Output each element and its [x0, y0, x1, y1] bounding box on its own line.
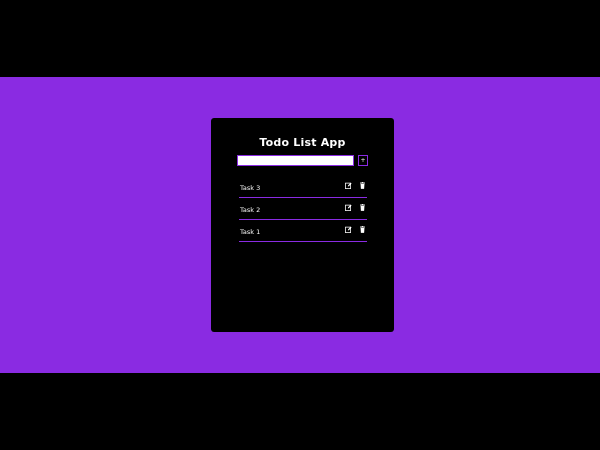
task-list: Task 3 Task 2 Task 1 — [239, 176, 367, 242]
edit-icon[interactable] — [344, 204, 352, 211]
task-item: Task 1 — [239, 220, 367, 242]
task-actions — [343, 226, 366, 234]
task-label: Task 1 — [240, 228, 261, 236]
app-title: Todo List App — [259, 136, 346, 149]
task-actions — [343, 204, 366, 212]
task-actions — [343, 182, 366, 190]
add-task-button[interactable]: + — [358, 155, 368, 166]
task-input-row: + — [237, 155, 368, 168]
todo-card: Todo List App + Task 3 Task 2 Task 1 — [211, 118, 394, 332]
trash-icon[interactable] — [359, 182, 366, 189]
trash-icon[interactable] — [359, 226, 366, 233]
page: Todo List App + Task 3 Task 2 Task 1 — [0, 0, 600, 450]
task-label: Task 2 — [240, 206, 261, 214]
edit-icon[interactable] — [344, 182, 352, 189]
task-label: Task 3 — [240, 184, 261, 192]
task-item: Task 2 — [239, 198, 367, 220]
task-item: Task 3 — [239, 176, 367, 198]
edit-icon[interactable] — [344, 226, 352, 233]
trash-icon[interactable] — [359, 204, 366, 211]
task-input[interactable] — [237, 155, 354, 166]
